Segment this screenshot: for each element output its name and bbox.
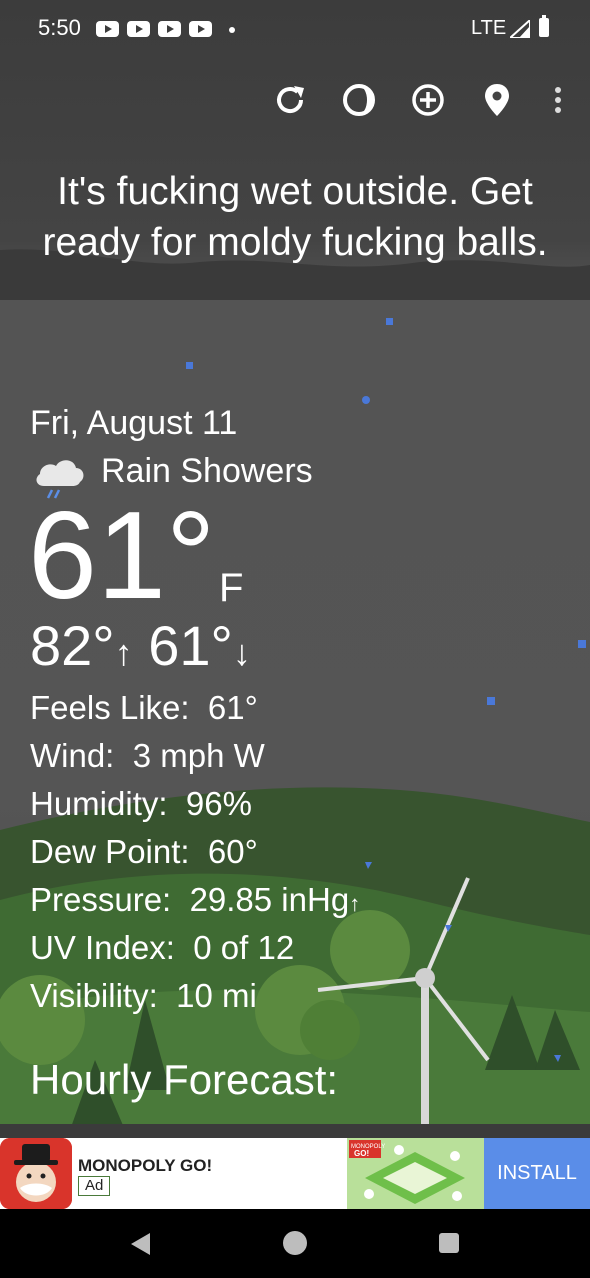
ad-badge: Ad <box>78 1176 111 1196</box>
detail-value: 29.85 inHg <box>189 881 350 918</box>
pressure-rising-icon: ↑ <box>349 891 361 916</box>
condition-text: Rain Showers <box>101 452 313 490</box>
detail-value: 61° <box>207 689 258 726</box>
back-icon[interactable] <box>128 1231 152 1257</box>
signal-icon <box>510 20 530 38</box>
detail-value: 96% <box>185 785 252 822</box>
more-options-icon[interactable] <box>538 80 578 120</box>
location-pin-icon[interactable] <box>477 80 517 120</box>
detail-pressure: Pressure: 29.85 inHg↑ <box>30 880 360 924</box>
ad-art-text: GO! <box>354 1149 369 1158</box>
detail-humidity: Humidity: 96% <box>30 784 252 824</box>
arrow-down-icon: ↓ <box>232 632 251 673</box>
detail-label: Wind: <box>30 737 115 774</box>
install-button[interactable]: INSTALL <box>484 1138 590 1209</box>
status-time: 5:50 <box>38 15 81 40</box>
ad-title[interactable]: MONOPOLY GO! <box>78 1156 212 1176</box>
home-icon[interactable] <box>282 1230 308 1256</box>
detail-label: Dew Point: <box>30 833 190 870</box>
theme-icon[interactable] <box>339 80 379 120</box>
youtube-icon <box>189 21 212 37</box>
youtube-icon <box>96 21 119 37</box>
battery-icon <box>539 15 549 37</box>
detail-value: 0 of 12 <box>193 929 295 966</box>
weather-headline: It's fucking wet outside. Get ready for … <box>42 170 548 264</box>
detail-label: UV Index: <box>30 929 175 966</box>
ad-artwork[interactable]: MONOPOLY GO! <box>347 1138 484 1209</box>
detail-label: Feels Like: <box>30 689 190 726</box>
arrow-up-icon: ↑ <box>114 632 133 673</box>
detail-label: Visibility: <box>30 977 158 1014</box>
navigation-bar <box>0 1209 590 1278</box>
hourly-forecast-title: Hourly Forecast: <box>30 1056 339 1103</box>
notification-dot-icon <box>229 27 235 33</box>
detail-label: Pressure: <box>30 881 172 918</box>
youtube-icon <box>127 21 150 37</box>
status-bar: 5:50 LTE <box>0 0 590 58</box>
detail-value: 3 mph W <box>132 737 265 774</box>
detail-value: 10 mi <box>176 977 257 1014</box>
detail-dew-point: Dew Point: 60° <box>30 832 258 872</box>
detail-label: Humidity: <box>30 785 168 822</box>
temperature-unit: F <box>219 566 244 610</box>
add-location-icon[interactable] <box>408 80 448 120</box>
monopoly-logo-icon[interactable] <box>0 1138 72 1209</box>
detail-uv-index: UV Index: 0 of 12 <box>30 928 294 968</box>
high-low: 82°↑ 61°↓ <box>30 616 251 683</box>
detail-visibility: Visibility: 10 mi <box>30 976 257 1016</box>
forecast-date: Fri, August 11 <box>30 404 238 442</box>
recents-icon[interactable] <box>437 1231 461 1255</box>
detail-feels-like: Feels Like: 61° <box>30 688 258 728</box>
network-type: LTE <box>471 17 507 39</box>
current-temperature: 61° <box>28 487 216 625</box>
detail-wind: Wind: 3 mph W <box>30 736 265 776</box>
youtube-icon <box>158 21 181 37</box>
low-temperature: 61° <box>148 614 233 677</box>
high-temperature: 82° <box>30 614 115 677</box>
refresh-icon[interactable] <box>270 80 310 120</box>
ad-banner[interactable]: MONOPOLY GO! Ad MONOPOLY GO! INSTALL <box>0 1138 590 1209</box>
detail-value: 60° <box>207 833 258 870</box>
